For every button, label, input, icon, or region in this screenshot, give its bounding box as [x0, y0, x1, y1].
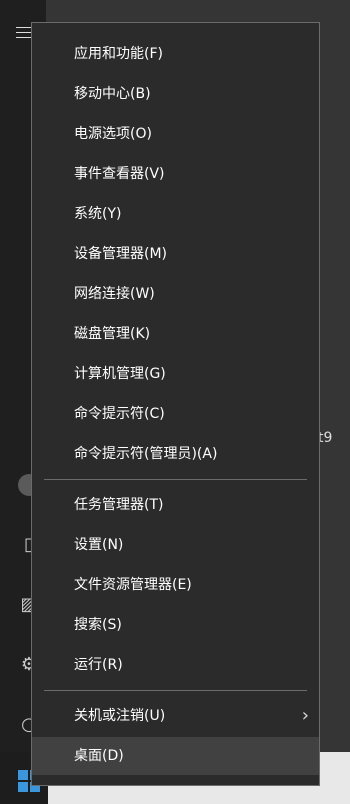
menu-item-label: 关机或注销(U): [74, 708, 166, 724]
menu-item-disk-management[interactable]: 磁盘管理(K): [32, 315, 319, 353]
menu-item-device-manager[interactable]: 设备管理器(M): [32, 235, 319, 273]
menu-separator: [44, 479, 307, 480]
menu-item-apps-features[interactable]: 应用和功能(F): [32, 35, 319, 73]
menu-item-mobility-center[interactable]: 移动中心(B): [32, 75, 319, 113]
hamburger-menu-icon[interactable]: [16, 27, 32, 39]
menu-item-task-manager[interactable]: 任务管理器(T): [32, 486, 319, 524]
menu-item-command-prompt-admin[interactable]: 命令提示符(管理员)(A): [32, 435, 319, 473]
menu-item-run[interactable]: 运行(R): [32, 646, 319, 684]
menu-item-network-connections[interactable]: 网络连接(W): [32, 275, 319, 313]
menu-item-power-options[interactable]: 电源选项(O): [32, 115, 319, 153]
winx-context-menu: 应用和功能(F) 移动中心(B) 电源选项(O) 事件查看器(V) 系统(Y) …: [31, 22, 320, 786]
menu-item-shutdown-signout[interactable]: 关机或注销(U) ›: [32, 697, 319, 735]
background-partial-text: t9: [318, 430, 333, 446]
menu-item-system[interactable]: 系统(Y): [32, 195, 319, 233]
menu-item-computer-management[interactable]: 计算机管理(G): [32, 355, 319, 393]
menu-item-file-explorer[interactable]: 文件资源管理器(E): [32, 566, 319, 604]
menu-item-event-viewer[interactable]: 事件查看器(V): [32, 155, 319, 193]
menu-item-search[interactable]: 搜索(S): [32, 606, 319, 644]
menu-item-command-prompt[interactable]: 命令提示符(C): [32, 395, 319, 433]
chevron-right-icon: ›: [301, 705, 309, 726]
menu-item-desktop[interactable]: 桌面(D): [32, 737, 319, 775]
menu-item-settings[interactable]: 设置(N): [32, 526, 319, 564]
menu-separator: [44, 690, 307, 691]
